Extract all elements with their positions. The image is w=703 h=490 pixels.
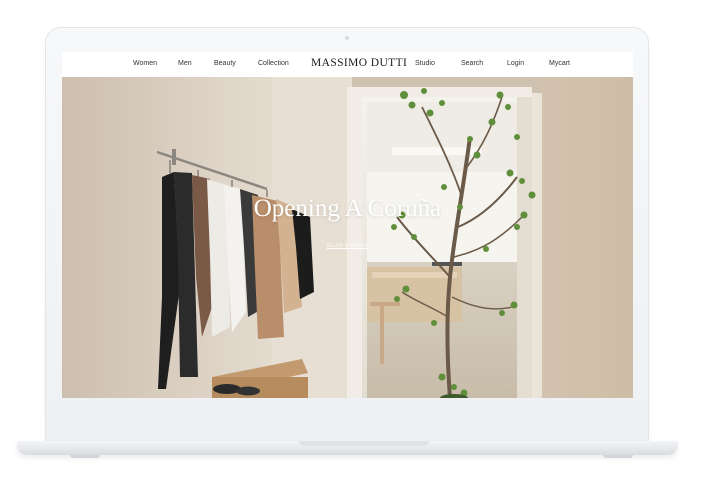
laptop-mockup: Women Men Beauty Collection MASSIMO DUTT…: [0, 0, 703, 490]
hero-title: Opening A Coruña: [253, 195, 442, 222]
nav-link-login[interactable]: Login: [507, 60, 524, 67]
nav-link-beauty[interactable]: Beauty: [214, 60, 236, 67]
hero-banner: Opening A Coruña READ & MORE: [62, 77, 633, 398]
hero-store-image: [62, 77, 633, 398]
read-more-link[interactable]: READ & MORE: [62, 243, 633, 249]
trackpad-notch: [299, 441, 429, 446]
laptop-base: [17, 441, 678, 455]
nav-link-mycart[interactable]: Mycart: [549, 60, 570, 67]
brand-logo[interactable]: MASSIMO DUTTI: [311, 57, 407, 69]
nav-link-women[interactable]: Women: [133, 60, 157, 67]
nav-link-collection[interactable]: Collection: [258, 60, 289, 67]
webcam-dot: [345, 36, 349, 40]
laptop-foot-left: [70, 455, 100, 458]
nav-link-studio[interactable]: Studio: [415, 60, 435, 67]
nav-link-men[interactable]: Men: [178, 60, 192, 67]
top-navigation: Women Men Beauty Collection MASSIMO DUTT…: [62, 52, 633, 77]
laptop-foot-right: [603, 455, 633, 458]
laptop-screen: Women Men Beauty Collection MASSIMO DUTT…: [62, 52, 633, 398]
nav-link-search[interactable]: Search: [461, 60, 483, 67]
